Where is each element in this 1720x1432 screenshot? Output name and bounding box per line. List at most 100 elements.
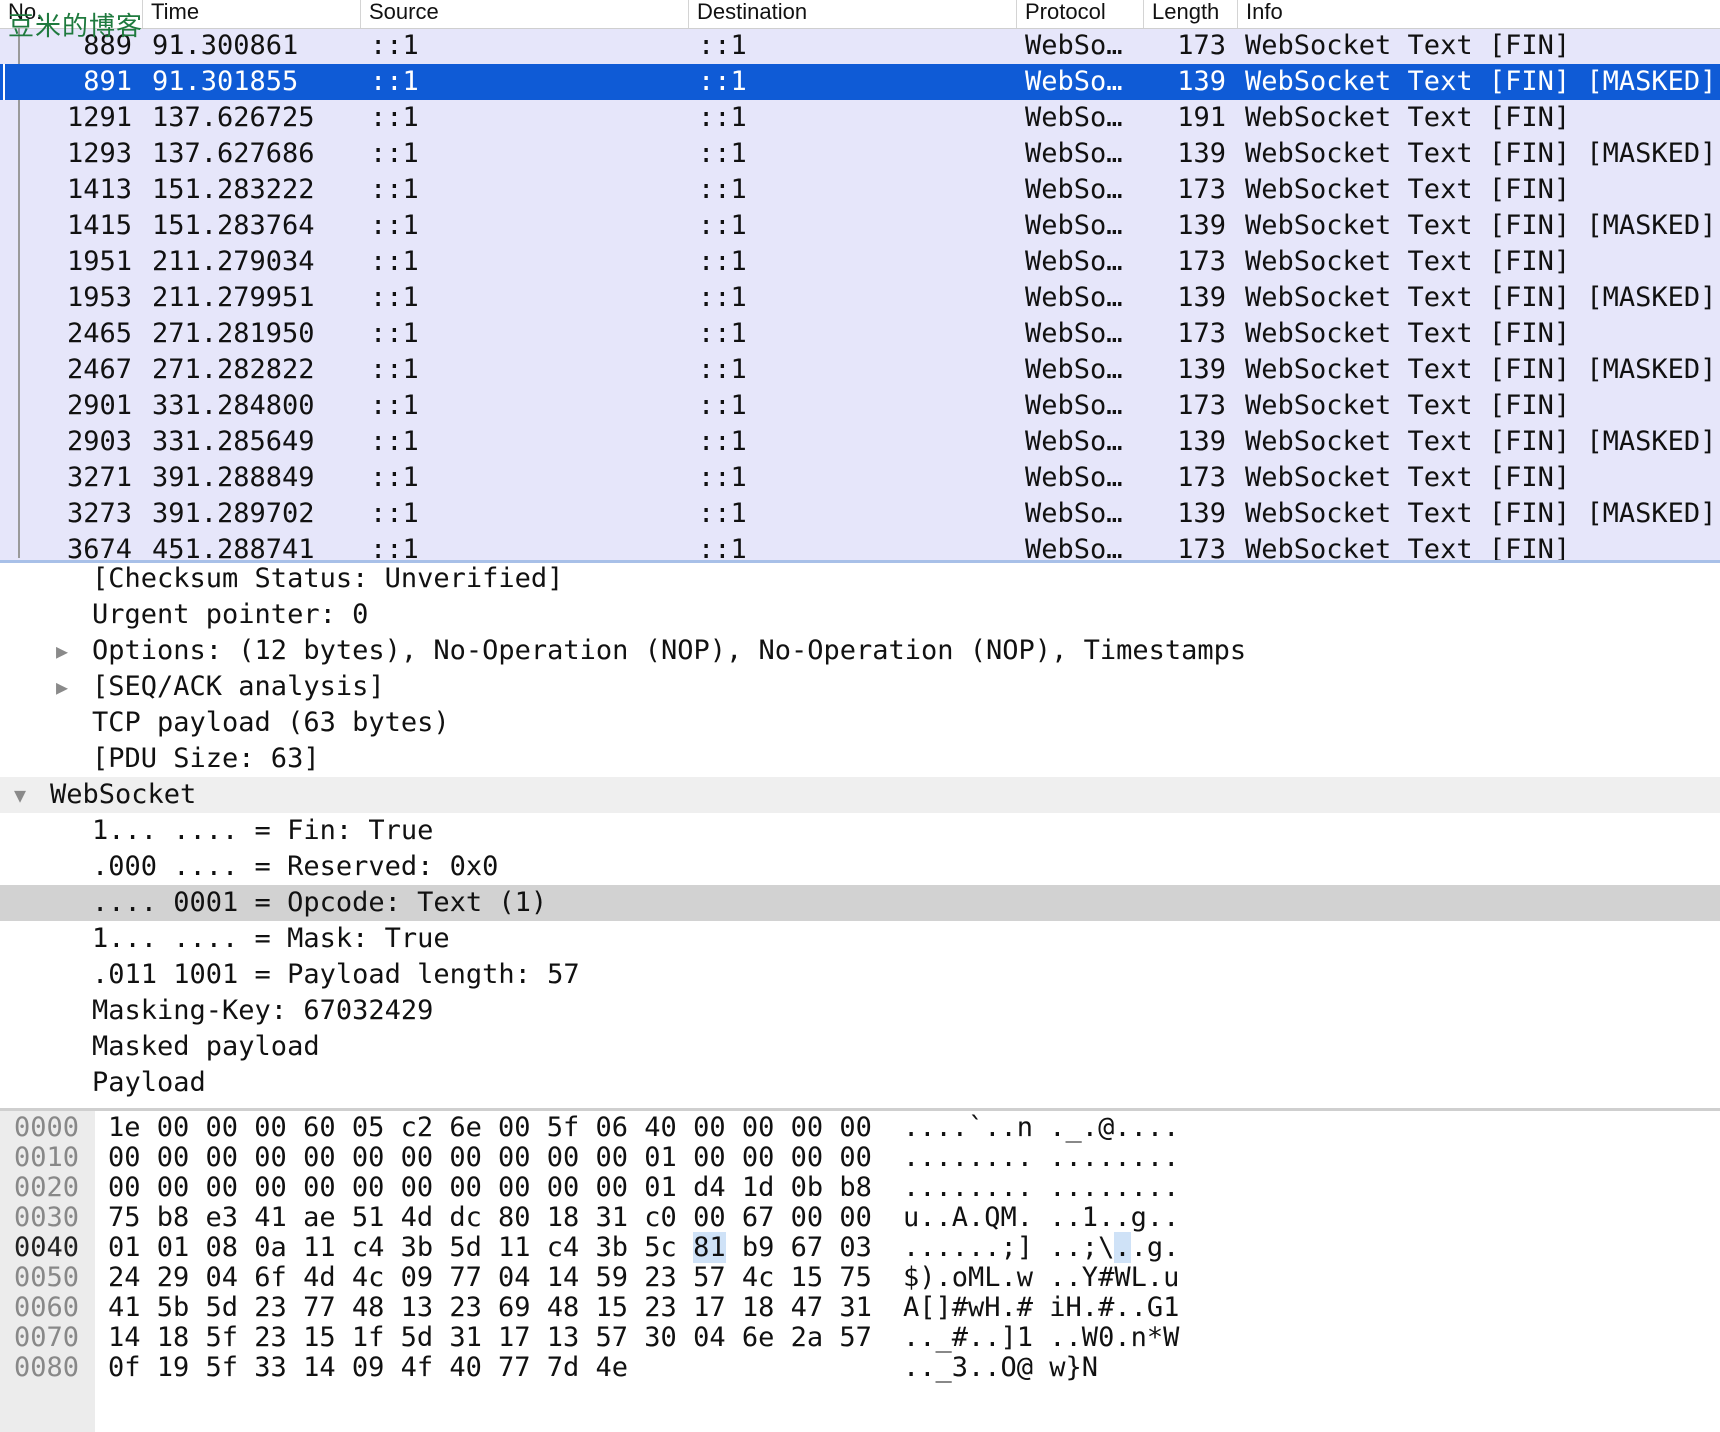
hex-bytes-second-half: 11 c4 3b 5c 81 b9 67 03	[498, 1232, 872, 1263]
detail-row[interactable]: ▶ [SEQ/ACK analysis]	[0, 669, 1720, 705]
packet-number: 891	[83, 66, 132, 97]
column-header-protocol[interactable]: Protocol	[1016, 0, 1143, 28]
packet-length: 139	[1177, 426, 1226, 457]
detail-row[interactable]: ▶ Options: (12 bytes), No-Operation (NOP)…	[0, 633, 1720, 669]
column-header-source[interactable]: Source	[360, 0, 688, 28]
packet-length: 173	[1177, 534, 1226, 563]
packet-row[interactable]: 1413 151.283222::1::1 WebSo… 173 WebSocket T…	[0, 172, 1720, 208]
bytes-row[interactable]: 0000 1e 00 00 00 60 05 c2 6e 00 5f 06 40 0…	[0, 1113, 1720, 1143]
packet-row[interactable]: 1293 137.627686::1::1 WebSo… 139 WebSocket T…	[0, 136, 1720, 172]
ascii-bytes: .._#..]1 ..W0.n*W	[903, 1322, 1180, 1353]
packet-row[interactable]: 1291 137.626725::1::1 WebSo… 191 WebSocket T…	[0, 100, 1720, 136]
detail-row[interactable]: [Checksum Status: Unverified]	[0, 563, 1720, 597]
packet-info: WebSocket Text [FIN] [MASKED]	[1245, 498, 1717, 529]
packet-info: WebSocket Text [FIN]	[1245, 390, 1571, 421]
packet-protocol: WebSo…	[1025, 210, 1123, 241]
hex-bytes-first-half: 41 5b 5d 23 77 48 13 23	[108, 1292, 482, 1323]
packet-destination: ::1	[698, 210, 747, 241]
bytes-row[interactable]: 0080 0f 19 5f 33 14 09 4f 40 77 7d 4e .._3.…	[0, 1353, 1720, 1383]
packet-row[interactable]: 3674 451.288741::1::1 WebSo… 173 WebSocket T…	[0, 532, 1720, 563]
expand-triangle-icon[interactable]: ▼	[14, 777, 26, 813]
packet-row[interactable]: 889 91.300861::1::1 WebSo… 173 WebSocket Tex…	[0, 28, 1720, 64]
collapse-triangle-icon[interactable]: ▶	[56, 669, 68, 705]
packet-time: 91.301855	[152, 66, 299, 97]
hex-bytes-second-half: 17 13 57 30 04 6e 2a 57	[498, 1322, 872, 1353]
detail-row[interactable]: Masking-Key: 67032429	[0, 993, 1720, 1029]
packet-info: WebSocket Text [FIN]	[1245, 246, 1571, 277]
detail-row[interactable]: 1... .... = Mask: True	[0, 921, 1720, 957]
packet-row[interactable]: 1951 211.279034::1::1 WebSo… 173 WebSocket T…	[0, 244, 1720, 280]
packet-time: 151.283764	[152, 210, 315, 241]
detail-row[interactable]: Urgent pointer: 0	[0, 597, 1720, 633]
detail-text: 1... .... = Fin: True	[92, 815, 434, 846]
detail-row[interactable]: Masked payload	[0, 1029, 1720, 1065]
packet-number: 2467	[66, 354, 132, 385]
hex-bytes-first-half: 01 01 08 0a 11 c4 3b 5d	[108, 1232, 482, 1263]
packet-destination: ::1	[698, 498, 747, 529]
packet-info: WebSocket Text [FIN] [MASKED]	[1245, 426, 1717, 457]
packet-row[interactable]: 3273 391.289702::1::1 WebSo… 139 WebSocket T…	[0, 496, 1720, 532]
packet-row[interactable]: 2465 271.281950::1::1 WebSo… 173 WebSocket T…	[0, 316, 1720, 352]
bytes-row[interactable]: 0010 00 00 00 00 00 00 00 00 00 00 00 01 0…	[0, 1143, 1720, 1173]
byte-offset: 0050	[14, 1262, 80, 1293]
packet-list[interactable]: No. Time Source Destination Protocol Len…	[0, 0, 1720, 563]
byte-offset: 0030	[14, 1202, 80, 1233]
packet-source: ::1	[370, 390, 419, 421]
packet-row[interactable]: 2901 331.284800::1::1 WebSo… 173 WebSocket T…	[0, 388, 1720, 424]
packet-info: WebSocket Text [FIN] [MASKED]	[1245, 210, 1717, 241]
packet-details-pane[interactable]: [Checksum Status: Unverified] Urgent poin…	[0, 563, 1720, 1111]
detail-text: .... 0001 = Opcode: Text (1)	[92, 887, 548, 918]
column-header-info[interactable]: Info	[1237, 0, 1720, 28]
bytes-row[interactable]: 0050 24 29 04 6f 4d 4c 09 77 04 14 59 23 5…	[0, 1263, 1720, 1293]
packet-protocol: WebSo…	[1025, 390, 1123, 421]
detail-row[interactable]: TCP payload (63 bytes)	[0, 705, 1720, 741]
packet-info: WebSocket Text [FIN]	[1245, 318, 1571, 349]
byte-offset: 0010	[14, 1142, 80, 1173]
packet-time: 391.288849	[152, 462, 315, 493]
column-header-time[interactable]: Time	[142, 0, 360, 28]
packet-row[interactable]: 2903 331.285649::1::1 WebSo… 139 WebSocket T…	[0, 424, 1720, 460]
ascii-bytes: .._3..O@ w}N	[903, 1352, 1099, 1383]
bytes-row[interactable]: 0020 00 00 00 00 00 00 00 00 00 00 00 01 d…	[0, 1173, 1720, 1203]
detail-row[interactable]: [PDU Size: 63]	[0, 741, 1720, 777]
detail-row[interactable]: .011 1001 = Payload length: 57	[0, 957, 1720, 993]
packet-row[interactable]: 1953 211.279951::1::1 WebSo… 139 WebSocket T…	[0, 280, 1720, 316]
hex-bytes-first-half: 00 00 00 00 00 00 00 00	[108, 1172, 482, 1203]
collapse-triangle-icon[interactable]: ▶	[56, 633, 68, 669]
packet-length: 173	[1177, 174, 1226, 205]
packet-time: 271.282822	[152, 354, 315, 385]
bytes-row[interactable]: 0060 41 5b 5d 23 77 48 13 23 69 48 15 23 1…	[0, 1293, 1720, 1323]
detail-text: .000 .... = Reserved: 0x0	[92, 851, 499, 882]
hex-bytes-second-half: 00 5f 06 40 00 00 00 00	[498, 1112, 872, 1143]
packet-row[interactable]: 1415 151.283764::1::1 WebSo… 139 WebSocket T…	[0, 208, 1720, 244]
hex-bytes-first-half: 0f 19 5f 33 14 09 4f 40	[108, 1352, 482, 1383]
packet-number: 2903	[66, 426, 132, 457]
detail-row[interactable]: 1... .... = Fin: True	[0, 813, 1720, 849]
detail-row[interactable]: Payload	[0, 1065, 1720, 1101]
bytes-row[interactable]: 0040 01 01 08 0a 11 c4 3b 5d 11 c4 3b 5c 8…	[0, 1232, 1720, 1263]
detail-text: Options: (12 bytes), No-Operation (NOP),…	[92, 635, 1247, 666]
packet-info: WebSocket Text [FIN]	[1245, 462, 1571, 493]
byte-offset: 0000	[14, 1112, 80, 1143]
packet-destination: ::1	[698, 66, 747, 97]
packet-destination: ::1	[698, 462, 747, 493]
packet-row[interactable]: 3271 391.288849::1::1 WebSo… 173 WebSocket T…	[0, 460, 1720, 496]
packet-bytes-pane[interactable]: 0000 1e 00 00 00 60 05 c2 6e 00 5f 06 40 0…	[0, 1111, 1720, 1432]
packet-destination: ::1	[698, 246, 747, 277]
detail-row[interactable]: .000 .... = Reserved: 0x0	[0, 849, 1720, 885]
detail-text: .011 1001 = Payload length: 57	[92, 959, 580, 990]
packet-row[interactable]: 891 91.301855::1::1 WebSo… 139 WebSocket Tex…	[0, 64, 1720, 100]
bytes-row[interactable]: 0070 14 18 5f 23 15 1f 5d 31 17 13 57 30 0…	[0, 1323, 1720, 1353]
packet-destination: ::1	[698, 102, 747, 133]
packet-source: ::1	[370, 246, 419, 277]
packet-row[interactable]: 2467 271.282822::1::1 WebSo… 139 WebSocket T…	[0, 352, 1720, 388]
detail-text: Masking-Key: 67032429	[92, 995, 434, 1026]
column-header-destination[interactable]: Destination	[688, 0, 1016, 28]
bytes-row[interactable]: 0030 75 b8 e3 41 ae 51 4d dc 80 18 31 c0 0…	[0, 1203, 1720, 1233]
column-header-length[interactable]: Length	[1143, 0, 1237, 28]
hex-bytes-second-half: 00 00 00 01 d4 1d 0b b8	[498, 1172, 872, 1203]
packet-number: 3674	[66, 534, 132, 563]
detail-row[interactable]: ▼ WebSocket	[0, 777, 1720, 813]
detail-row[interactable]: .... 0001 = Opcode: Text (1)	[0, 885, 1720, 921]
packet-info: WebSocket Text [FIN]	[1245, 30, 1571, 61]
